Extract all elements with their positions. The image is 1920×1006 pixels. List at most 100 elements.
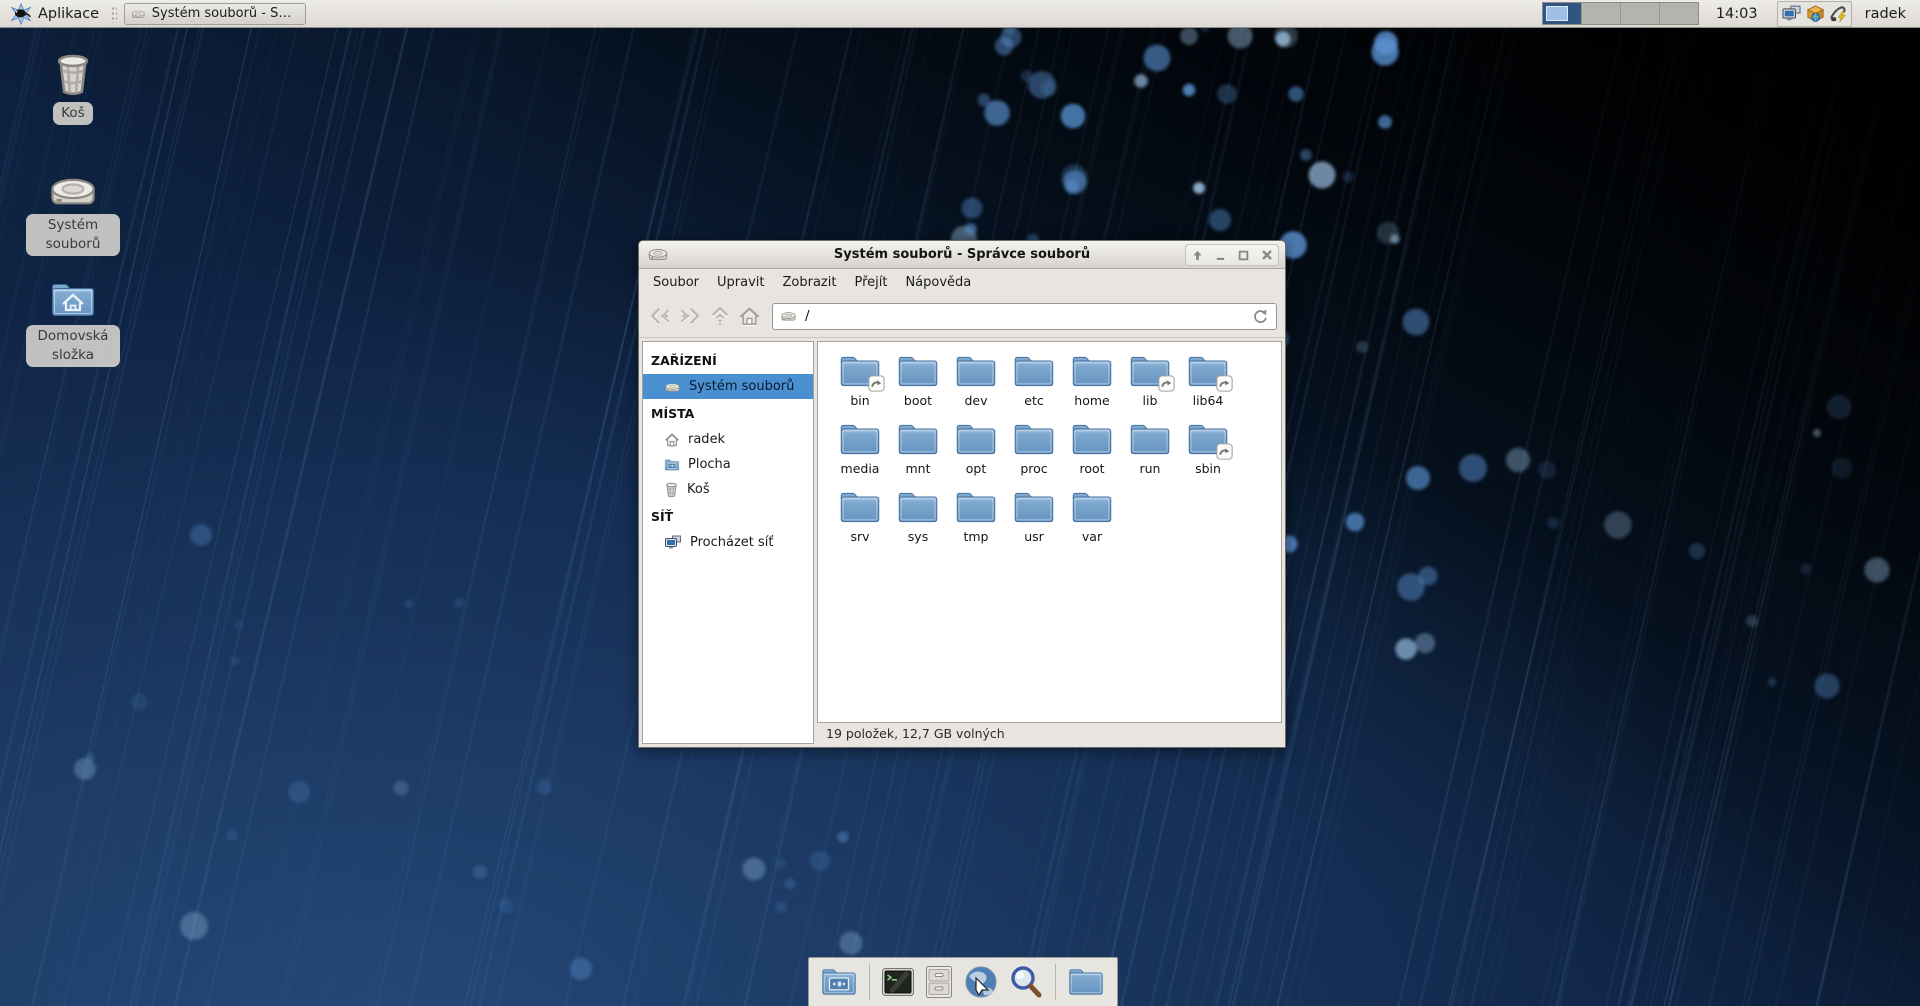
home-icon [738,305,761,328]
reload-button[interactable] [1252,308,1269,325]
network-monitor-icon[interactable] [1781,5,1802,22]
statusbar: 19 položek, 12,7 GB volných [817,723,1282,744]
file-item[interactable]: run [1121,421,1179,489]
home-button[interactable] [737,303,762,329]
file-label: etc [1024,393,1043,408]
file-item[interactable]: etc [1005,353,1063,421]
file-label: tmp [963,529,988,544]
location-bar[interactable]: / [772,303,1277,330]
xfce-logo-icon [10,3,32,25]
folder-icon [1012,353,1056,390]
trash-icon [52,50,94,97]
dock-terminal-button[interactable] [881,967,915,997]
menu-view[interactable]: Zobrazit [773,272,845,293]
web-browser-icon [963,964,999,1000]
file-item[interactable]: proc [1005,421,1063,489]
folder-icon [954,353,998,390]
workspace-1[interactable] [1543,3,1581,24]
home-icon [664,432,680,448]
username-label: radek [1865,6,1906,22]
view-column: bin boot dev etc home lib [817,341,1282,744]
panel-grip[interactable] [110,5,117,23]
forward-button[interactable] [677,303,702,329]
close-button[interactable] [1255,245,1278,265]
maximize-button[interactable] [1232,245,1255,265]
file-item[interactable]: lib [1121,353,1179,421]
clock[interactable]: 14:03 [1716,6,1758,22]
folder-icon [954,489,998,526]
shade-button[interactable] [1186,245,1209,265]
back-button[interactable] [647,303,672,329]
folder-icon [954,421,998,458]
dock-search-button[interactable] [1008,964,1044,1000]
dock-file-manager-button[interactable] [924,965,954,999]
file-item[interactable]: boot [889,353,947,421]
terminal-icon [881,967,915,997]
file-label: var [1082,529,1102,544]
file-item[interactable]: sbin [1179,421,1237,489]
sidebar-item-trash[interactable]: Koš [643,477,813,502]
sidebar-item-home[interactable]: radek [643,427,813,452]
taskbar-window-label: Systém souborů - Sprá... [152,6,299,21]
menu-help[interactable]: Nápověda [896,272,980,293]
dock-web-browser-button[interactable] [963,964,999,1000]
symlink-emblem-icon [1216,375,1233,392]
file-item[interactable]: mnt [889,421,947,489]
sidebar-item-label: Koš [687,482,710,497]
search-icon [1008,964,1044,1000]
dock-separator [1055,964,1056,1000]
file-item[interactable]: usr [1005,489,1063,557]
desktop-icon-trash[interactable]: Koš [26,50,120,125]
file-view[interactable]: bin boot dev etc home lib [817,341,1282,723]
desktop-icon-home[interactable]: Domovská složka [26,280,120,367]
file-label: srv [850,529,869,544]
taskbar-window-button[interactable]: Systém souborů - Sprá... [124,3,306,25]
toolbar: / [639,295,1285,338]
file-item[interactable]: media [831,421,889,489]
folder-icon [1070,421,1114,458]
file-label: lib [1143,393,1158,408]
file-item[interactable]: root [1063,421,1121,489]
trash-icon [664,481,679,498]
folder-icon [1070,353,1114,390]
power-manager-icon[interactable] [1829,4,1848,23]
file-item[interactable]: tmp [947,489,1005,557]
top-panel: Aplikace Systém souborů - Sprá... 14:03 [0,0,1920,28]
sidebar-item-filesystem[interactable]: Systém souborů [643,374,813,399]
workspace-switcher [1542,2,1699,25]
sidebar-header-places: MÍSTA [643,399,813,427]
applications-menu-button[interactable]: Aplikace [6,0,103,27]
desktop-icon-filesystem[interactable]: Systém souborů [26,172,120,256]
file-item[interactable]: bin [831,353,889,421]
dock-separator [869,964,870,1000]
sidebar-item-browse-network[interactable]: Procházet síť [643,530,813,555]
file-item[interactable]: dev [947,353,1005,421]
file-label: mnt [906,461,931,476]
dock-folder-button[interactable] [1067,966,1105,998]
file-item[interactable]: opt [947,421,1005,489]
file-item[interactable]: home [1063,353,1121,421]
up-button[interactable] [707,303,732,329]
sidebar-item-label: Plocha [688,457,731,472]
workspace-4[interactable] [1659,3,1698,24]
file-label: bin [850,393,869,408]
file-label: lib64 [1193,393,1224,408]
file-label: boot [904,393,932,408]
system-tray [1777,1,1852,27]
workspace-2[interactable] [1581,3,1620,24]
menu-edit[interactable]: Upravit [708,272,773,293]
file-item[interactable]: sys [889,489,947,557]
dock-desktop-button[interactable] [820,966,858,998]
sidebar-item-desktop[interactable]: Plocha [643,452,813,477]
applications-label: Aplikace [38,6,99,22]
file-item[interactable]: lib64 [1179,353,1237,421]
minimize-button[interactable] [1209,245,1232,265]
menu-file[interactable]: Soubor [644,272,708,293]
menu-go[interactable]: Přejít [845,272,896,293]
titlebar[interactable]: Systém souborů - Správce souborů [639,241,1285,269]
folder-icon [896,353,940,390]
file-item[interactable]: var [1063,489,1121,557]
package-manager-icon[interactable] [1806,4,1825,23]
file-item[interactable]: srv [831,489,889,557]
workspace-3[interactable] [1620,3,1659,24]
